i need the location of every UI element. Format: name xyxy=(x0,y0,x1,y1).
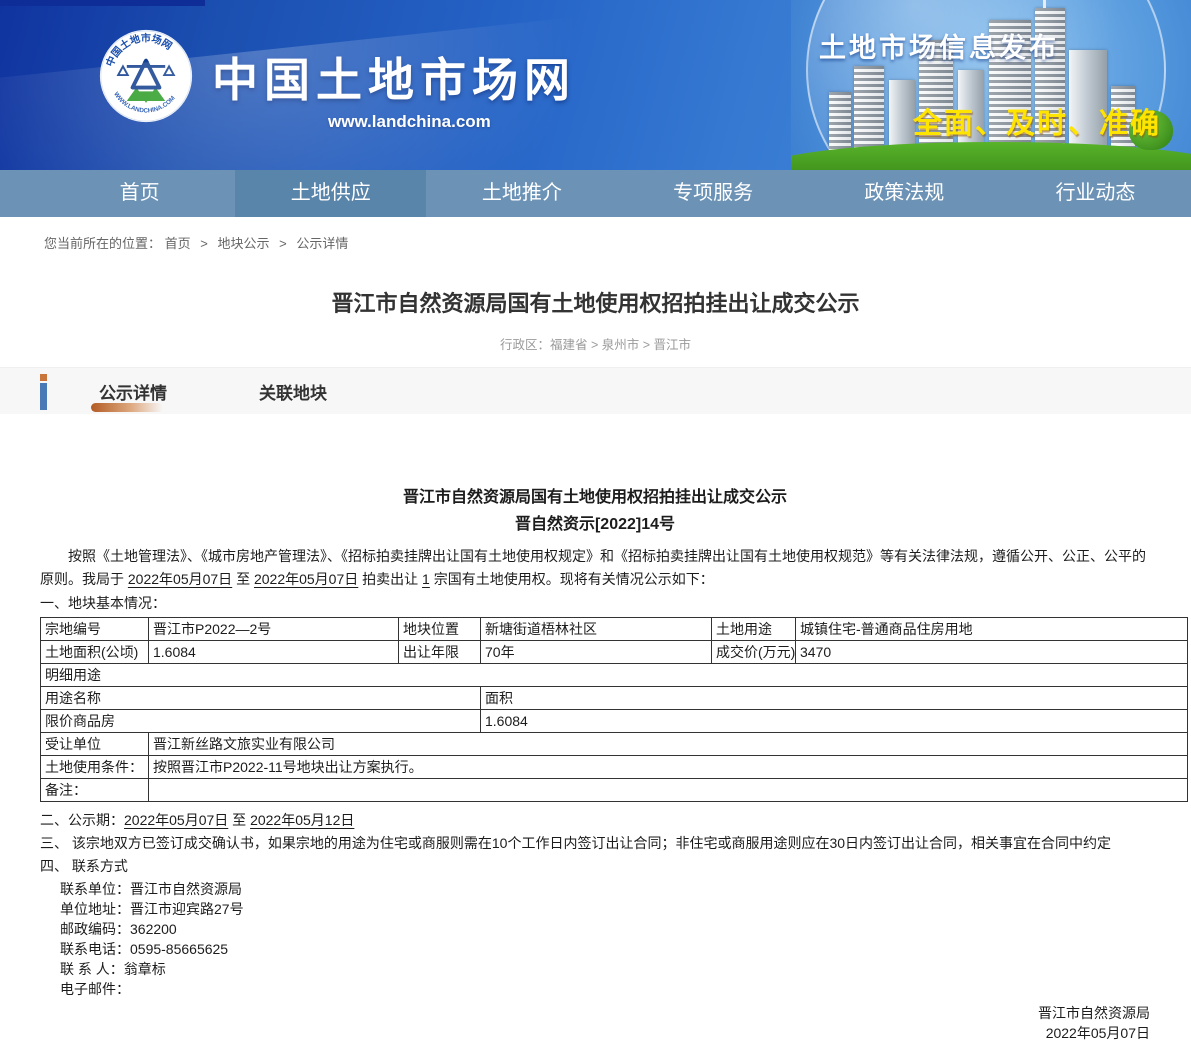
table-row: 土地面积(公顷) 1.6084 出让年限 70年 成交价(万元) 3470 xyxy=(41,641,1188,664)
main-nav: 首页 土地供应 土地推介 专项服务 政策法规 行业动态 xyxy=(0,170,1191,217)
section-1-heading: 一、地块基本情况： xyxy=(40,592,1150,614)
banner-slogan-1: 土地市场信息发布 xyxy=(819,26,1059,65)
contact-postcode: 邮政编码：362200 xyxy=(60,919,1191,939)
contact-address: 单位地址：晋江市迎宾路27号 xyxy=(60,899,1191,919)
nav-item-policies[interactable]: 政策法规 xyxy=(809,170,1000,217)
section-2-publicity-period: 二、公示期：2022年05月07日 至 2022年05月12日 xyxy=(40,809,1150,831)
cell-parcel-no-label: 宗地编号 xyxy=(41,618,149,641)
building-graphic xyxy=(854,66,884,158)
announcement-document: 晋江市自然资源局国有土地使用权招拍挂出让成交公示 晋自然资示[2022]14号 … xyxy=(0,483,1191,1043)
breadcrumb-separator: > xyxy=(279,236,287,251)
cell-detailed-use-header: 明细用途 xyxy=(41,664,1188,687)
signature-date: 2022年05月07日 xyxy=(40,1023,1150,1043)
cell-area-label: 土地面积(公顷) xyxy=(41,641,149,664)
document-number: 晋自然资示[2022]14号 xyxy=(40,510,1150,534)
intro-tail: 宗国有土地使用权。现将有关情况公示如下： xyxy=(430,571,714,587)
cell-parcel-no-value: 晋江市P2022—2号 xyxy=(149,618,399,641)
contact-unit: 联系单位：晋江市自然资源局 xyxy=(60,879,1191,899)
breadcrumb-separator: > xyxy=(200,236,208,251)
breadcrumb-prefix: 您当前所在的位置： xyxy=(44,236,161,251)
nav-item-industry-news[interactable]: 行业动态 xyxy=(1000,170,1191,217)
site-header: 中国土地市场网 WWW.LANDCHINA.COM 中国土地市场网 www.la… xyxy=(0,0,1191,170)
publicity-date-from: 2022年05月07日 xyxy=(124,812,228,828)
scales-emblem-icon: 中国土地市场网 WWW.LANDCHINA.COM xyxy=(98,28,194,124)
contact-info: 联系单位：晋江市自然资源局 单位地址：晋江市迎宾路27号 邮政编码：362200… xyxy=(60,879,1191,999)
cell-use-name-value: 限价商品房 xyxy=(41,710,481,733)
tab-strip: 公示详情 关联地块 xyxy=(0,367,1191,414)
table-row: 备注： xyxy=(41,779,1188,802)
cell-area-value: 1.6084 xyxy=(149,641,399,664)
publicity-date-to: 2022年05月12日 xyxy=(250,812,354,828)
cell-term-label: 出让年限 xyxy=(399,641,481,664)
intro-paragraph: 按照《土地管理法》、《城市房地产管理法》、《招标拍卖挂牌出让国有土地使用权规定》… xyxy=(40,545,1150,591)
cell-use-value: 城镇住宅-普通商品住房用地 xyxy=(796,618,1188,641)
banner-slogan-2: 全面、及时、准确 xyxy=(913,100,1161,142)
table-row: 受让单位 晋江新丝路文旅实业有限公司 xyxy=(41,733,1188,756)
publicity-period-label: 二、公示期： xyxy=(40,812,124,828)
tab-accent-blue xyxy=(40,383,47,410)
page: 中国土地市场网 WWW.LANDCHINA.COM 中国土地市场网 www.la… xyxy=(0,0,1191,963)
site-url: www.landchina.com xyxy=(328,112,491,132)
cell-price-label: 成交价(万元) xyxy=(712,641,796,664)
cell-conditions-value: 按照晋江市P2022-11号地块出让方案执行。 xyxy=(149,756,1188,779)
breadcrumb-current: 公示详情 xyxy=(296,236,348,251)
signature-org: 晋江市自然资源局 xyxy=(40,1003,1150,1023)
region-path: 行政区：福建省 > 泉州市 > 晋江市 xyxy=(0,334,1191,353)
site-name: 中国土地市场网 xyxy=(212,44,576,110)
cell-area-value2: 1.6084 xyxy=(481,710,1188,733)
tab-notice-detail[interactable]: 公示详情 xyxy=(99,368,167,414)
building-spire-graphic xyxy=(1043,0,1046,8)
section-3-contract-terms: 三、 该宗地双方已签订成交确认书，如果宗地的用途为住宅或商服则需在10个工作日内… xyxy=(40,832,1150,854)
breadcrumb-home[interactable]: 首页 xyxy=(165,236,191,251)
logo-ring-bottom-text: WWW.LANDCHINA.COM xyxy=(112,91,176,115)
auction-date-to: 2022年05月07日 xyxy=(254,571,358,587)
table-row: 限价商品房 1.6084 xyxy=(41,710,1188,733)
tab-accent-orange xyxy=(40,374,47,381)
section-4-heading: 四、 联系方式 xyxy=(40,855,1150,877)
header-banner-graphic: 土地市场信息发布 全面、及时、准确 xyxy=(791,0,1191,170)
cell-location-value: 新塘街道梧林社区 xyxy=(481,618,712,641)
site-logo-icon[interactable]: 中国土地市场网 WWW.LANDCHINA.COM xyxy=(98,28,194,124)
nav-item-special-services[interactable]: 专项服务 xyxy=(618,170,809,217)
table-row: 明细用途 xyxy=(41,664,1188,687)
table-row: 土地使用条件： 按照晋江市P2022-11号地块出让方案执行。 xyxy=(41,756,1188,779)
breadcrumb-parcel-notice[interactable]: 地块公示 xyxy=(218,236,270,251)
cell-remarks-label: 备注： xyxy=(41,779,149,802)
cell-grantee-label: 受让单位 xyxy=(41,733,149,756)
nav-item-land-promotion[interactable]: 土地推介 xyxy=(426,170,617,217)
nav-item-home[interactable]: 首页 xyxy=(44,170,235,217)
auction-date-from: 2022年05月07日 xyxy=(128,571,232,587)
parcel-info-table: 宗地编号 晋江市P2022—2号 地块位置 新塘街道梧林社区 土地用途 城镇住宅… xyxy=(40,617,1188,802)
contact-email: 电子邮件： xyxy=(60,979,1191,999)
cell-price-value: 3470 xyxy=(796,641,1188,664)
table-row: 用途名称 面积 xyxy=(41,687,1188,710)
cell-use-name-header: 用途名称 xyxy=(41,687,481,710)
parcel-count: 1 xyxy=(422,571,430,587)
page-title: 晋江市自然资源局国有土地使用权招拍挂出让成交公示 xyxy=(0,286,1191,318)
intro-mid: 拍卖出让 xyxy=(358,571,422,587)
cell-area-header: 面积 xyxy=(481,687,1188,710)
table-row: 宗地编号 晋江市P2022—2号 地块位置 新塘街道梧林社区 土地用途 城镇住宅… xyxy=(41,618,1188,641)
cell-remarks-value xyxy=(149,779,1188,802)
contact-phone: 联系电话：0595-85665625 xyxy=(60,939,1191,959)
top-edge-strip xyxy=(0,0,205,6)
cell-grantee-value: 晋江新丝路文旅实业有限公司 xyxy=(149,733,1188,756)
cell-conditions-label: 土地使用条件： xyxy=(41,756,149,779)
publicity-joiner: 至 xyxy=(228,812,250,828)
intro-joiner: 至 xyxy=(232,571,254,587)
breadcrumb: 您当前所在的位置： 首页 > 地块公示 > 公示详情 xyxy=(0,217,1191,264)
svg-text:WWW.LANDCHINA.COM: WWW.LANDCHINA.COM xyxy=(112,91,176,115)
cell-use-label: 土地用途 xyxy=(712,618,796,641)
signature-block: 晋江市自然资源局 2022年05月07日 xyxy=(40,1003,1150,1043)
nav-item-land-supply[interactable]: 土地供应 xyxy=(235,170,426,217)
cell-term-value: 70年 xyxy=(481,641,712,664)
contact-person: 联 系 人：翁章标 xyxy=(60,959,1191,979)
document-title: 晋江市自然资源局国有土地使用权招拍挂出让成交公示 xyxy=(40,483,1150,507)
cell-location-label: 地块位置 xyxy=(399,618,481,641)
tab-related-parcels[interactable]: 关联地块 xyxy=(259,368,327,414)
